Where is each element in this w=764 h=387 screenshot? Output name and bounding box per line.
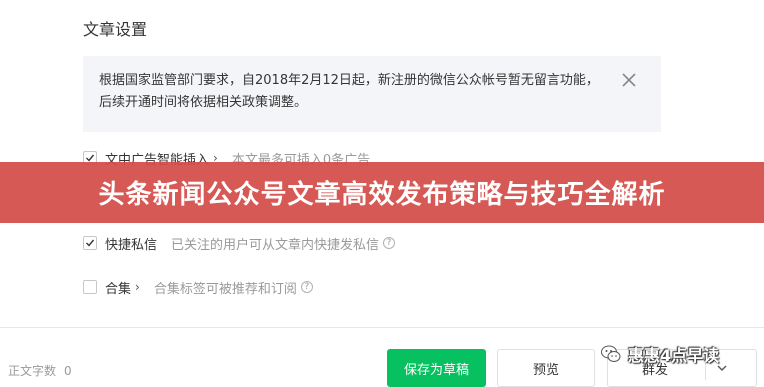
section-title: 文章设置 [83,20,148,39]
help-icon[interactable]: ? [383,237,396,249]
save-draft-button[interactable]: 保存为草稿 [387,349,486,387]
notice-text: 根据国家监管部门要求，自2018年2月12日起，新注册的微信公众帐号暂无留言功能… [99,73,599,110]
option-quick-message: 快捷私信 已关注的用户可从文章内快捷发私信 ? [83,233,396,253]
watermark: 惠惠4点早读 [600,343,719,365]
word-count-value: 0 [64,364,72,378]
help-icon[interactable]: ? [300,281,313,293]
check-icon [86,239,95,247]
collection-checkbox[interactable] [83,280,97,294]
quick-message-label[interactable]: 快捷私信 [105,234,157,253]
wechat-icon [601,345,621,362]
title-banner: 头条新闻公众号文章高效发布策略与技巧全解析 [0,162,764,223]
word-count: 正文字数 0 [8,362,72,379]
collection-description: 合集标签可被推荐和订阅 [153,281,297,297]
collection-label[interactable]: 合集 [105,278,131,297]
preview-button[interactable]: 预览 [497,349,595,387]
quick-message-checkbox[interactable] [83,236,97,250]
chevron-right-icon[interactable]: › [135,280,140,294]
quick-message-description: 已关注的用户可从文章内快捷发私信 [171,237,380,253]
notice-box: 根据国家监管部门要求，自2018年2月12日起，新注册的微信公众帐号暂无留言功能… [83,56,661,132]
option-collection: 合集 › 合集标签可被推荐和订阅 ? [83,277,313,297]
close-icon[interactable] [620,71,638,89]
word-count-label: 正文字数 [8,364,57,378]
watermark-text: 惠惠4点早读 [628,346,720,365]
banner-title: 头条新闻公众号文章高效发布策略与技巧全解析 [98,180,666,210]
